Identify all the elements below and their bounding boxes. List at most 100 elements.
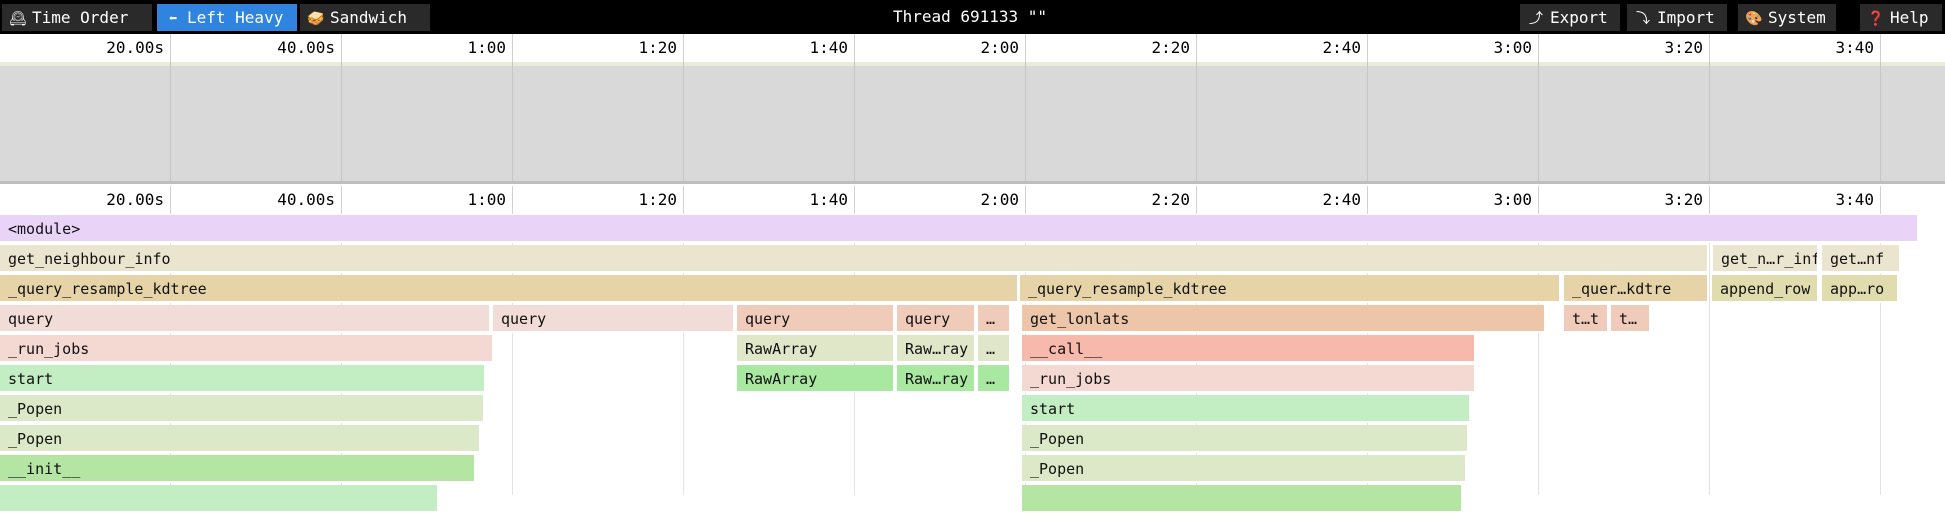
flame-frame[interactable]: _query_resample_kdtree xyxy=(1020,275,1560,303)
minimap-gridline xyxy=(341,62,342,181)
ruler-tick-label: 40.00s xyxy=(277,190,335,209)
ruler-tick xyxy=(341,34,342,62)
minimap-time-ruler: 20.00s 40.00s 1:00 1:20 1:40 2:00 2:20 2:40 3:00… xyxy=(0,34,1945,62)
minimap-gridline xyxy=(1709,62,1710,181)
flame-frame[interactable]: _Popen xyxy=(0,395,484,423)
ruler-tick-label: 1:20 xyxy=(638,38,677,57)
flame-frame[interactable]: Raw…ray xyxy=(897,365,975,393)
flame-frame[interactable]: start xyxy=(1022,395,1470,423)
ruler-tick-label: 20.00s xyxy=(106,190,164,209)
flame-frame[interactable]: get_lonlats xyxy=(1022,305,1545,333)
minimap[interactable] xyxy=(0,62,1945,184)
ruler-tick-label: 40.00s xyxy=(277,38,335,57)
ruler-tick xyxy=(1709,186,1710,214)
ruler-tick xyxy=(341,186,342,214)
ruler-tick-label: 1:00 xyxy=(467,38,506,57)
system-theme-label: System xyxy=(1768,8,1826,27)
view-sandwich-label: Sandwich xyxy=(330,8,408,27)
flame-frame[interactable]: _run_jobs xyxy=(1022,365,1475,393)
ruler-tick-label: 3:00 xyxy=(1493,38,1532,57)
import-icon: ⤵ xyxy=(1636,11,1650,27)
view-time-order-button[interactable]: 🕰 Time Order xyxy=(2,4,152,31)
minimap-gridline xyxy=(1367,62,1368,181)
flame-frame[interactable] xyxy=(1022,485,1462,513)
view-sandwich-button[interactable]: 🥪 Sandwich xyxy=(300,4,430,31)
flame-frame[interactable]: _Popen xyxy=(1022,455,1466,483)
minimap-viewport[interactable] xyxy=(0,62,1945,66)
flame-frame[interactable]: get_neighbour_info xyxy=(0,245,1708,273)
flame-frame[interactable]: _run_jobs xyxy=(0,335,493,363)
ruler-tick-label: 1:00 xyxy=(467,190,506,209)
flame-frame[interactable]: Raw…ray xyxy=(897,335,975,363)
help-button[interactable]: ❓ Help xyxy=(1860,4,1942,31)
flame-frame[interactable]: _Popen xyxy=(0,425,480,453)
help-label: Help xyxy=(1890,8,1929,27)
flamegraph[interactable]: <module> get_neighbour_info get_n…r_inf get… xyxy=(0,215,1945,513)
flame-frame[interactable]: <module> xyxy=(0,215,1918,243)
flame-frame[interactable]: RawArray xyxy=(737,365,894,393)
help-icon: ❓ xyxy=(1867,11,1885,27)
ruler-tick xyxy=(1196,186,1197,214)
thread-title: Thread 691133 "" xyxy=(892,7,1048,26)
ruler-tick xyxy=(1538,34,1539,62)
ruler-tick-label: 3:40 xyxy=(1835,190,1874,209)
ruler-tick-label: 2:00 xyxy=(980,38,1019,57)
minimap-gridline xyxy=(170,62,171,181)
view-time-order-label: Time Order xyxy=(32,8,129,27)
flame-frame[interactable]: query xyxy=(493,305,734,333)
minimap-gridline xyxy=(1538,62,1539,181)
export-button[interactable]: ⤴ Export xyxy=(1520,4,1620,31)
flame-frame[interactable]: … xyxy=(978,305,1010,333)
toolbar: 🕰 Time Order ⬅ Left Heavy 🥪 Sandwich Thread… xyxy=(0,0,1945,34)
import-button[interactable]: ⤵ Import xyxy=(1627,4,1727,31)
system-theme-button[interactable]: 🎨 System xyxy=(1738,4,1836,31)
ruler-tick xyxy=(1367,34,1368,62)
ruler-tick-label: 3:00 xyxy=(1493,190,1532,209)
flame-frame[interactable]: t…t xyxy=(1564,305,1608,333)
ruler-tick xyxy=(1709,34,1710,62)
ruler-tick xyxy=(1196,34,1197,62)
ruler-tick xyxy=(683,34,684,62)
flamegraph-gridline xyxy=(1709,215,1710,495)
export-label: Export xyxy=(1550,8,1608,27)
flame-frame[interactable]: __call__ xyxy=(1022,335,1475,363)
ruler-tick-label: 2:00 xyxy=(980,190,1019,209)
flame-frame[interactable]: _Popen xyxy=(1022,425,1468,453)
flame-frame[interactable]: append_row xyxy=(1712,275,1818,303)
minimap-gridline xyxy=(854,62,855,181)
ruler-tick xyxy=(854,34,855,62)
ruler-tick xyxy=(1025,34,1026,62)
export-icon: ⤴ xyxy=(1529,11,1543,27)
ruler-tick xyxy=(512,34,513,62)
view-left-heavy-label: Left Heavy xyxy=(187,8,284,27)
flame-frame[interactable] xyxy=(0,485,438,513)
sandwich-icon: 🥪 xyxy=(307,11,325,27)
flame-frame[interactable]: query xyxy=(737,305,894,333)
flame-frame[interactable]: __init__ xyxy=(0,455,475,483)
ruler-tick-label: 2:40 xyxy=(1322,190,1361,209)
ruler-tick-label: 20.00s xyxy=(106,38,164,57)
flame-frame[interactable]: get_n…r_inf xyxy=(1713,245,1818,273)
ruler-tick xyxy=(1538,186,1539,214)
minimap-gridline xyxy=(1880,62,1881,181)
flame-frame[interactable]: t… xyxy=(1611,305,1650,333)
ruler-tick-label: 2:20 xyxy=(1151,190,1190,209)
palette-icon: 🎨 xyxy=(1745,11,1763,27)
flame-frame[interactable]: RawArray xyxy=(737,335,894,363)
flame-frame[interactable]: start xyxy=(0,365,485,393)
flame-frame[interactable]: _query_resample_kdtree xyxy=(0,275,1018,303)
minimap-gridline xyxy=(683,62,684,181)
import-label: Import xyxy=(1657,8,1715,27)
view-left-heavy-button[interactable]: ⬅ Left Heavy xyxy=(157,4,297,31)
ruler-tick-label: 3:20 xyxy=(1664,38,1703,57)
flame-frame[interactable]: … xyxy=(978,335,1010,363)
ruler-tick xyxy=(854,186,855,214)
flame-frame[interactable]: … xyxy=(978,365,1010,393)
ruler-tick xyxy=(1367,186,1368,214)
flame-frame[interactable]: _quer…kdtre xyxy=(1564,275,1708,303)
flame-frame[interactable]: query xyxy=(897,305,975,333)
ruler-tick xyxy=(170,34,171,62)
flame-frame[interactable]: query xyxy=(0,305,490,333)
flame-frame[interactable]: get…nf xyxy=(1822,245,1900,273)
flame-frame[interactable]: app…ro xyxy=(1822,275,1898,303)
